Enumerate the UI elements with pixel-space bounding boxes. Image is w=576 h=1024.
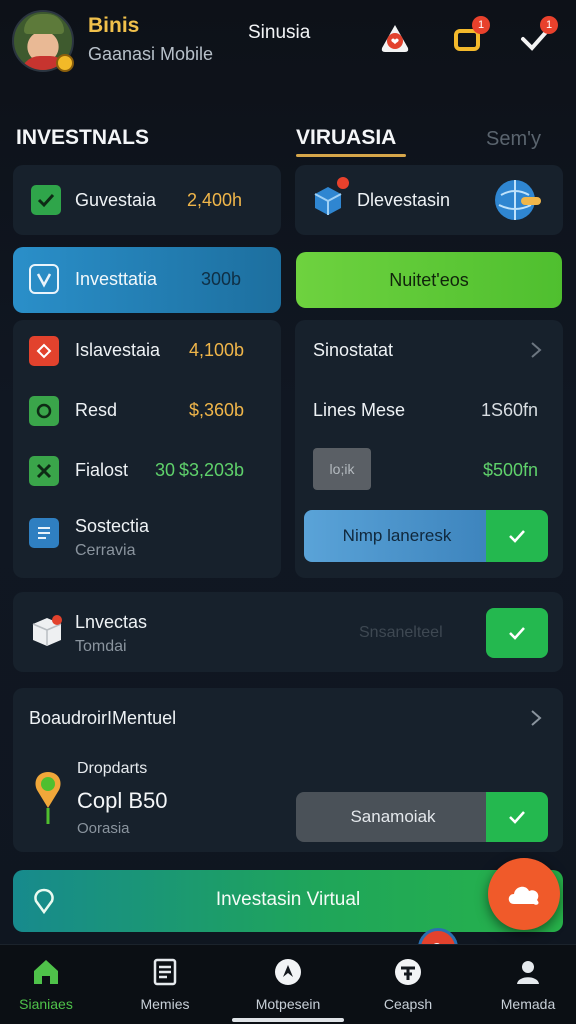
globe-icon[interactable] [493,177,543,223]
lnvectas-faded-label: Snsanelteel [359,624,443,641]
nav-motpesein[interactable]: Motpesein [238,952,338,1018]
tab-semy[interactable]: Sem'y [486,128,541,151]
list-item-3-label[interactable]: Fialost [75,460,128,481]
board-item-title: Dropdarts [77,760,148,777]
sanamoiak-button[interactable]: Sanamoiak [296,792,490,842]
nav-label: Ceapsh [383,996,433,1012]
nav-ceapsh[interactable]: Ceapsh [358,952,458,1018]
confirm-check-button-3[interactable] [486,792,548,842]
tab-investnals[interactable]: INVESTNALS [16,126,149,150]
box-icon [29,612,65,648]
guvestaia-label: Guvestaia [75,190,157,210]
coin-icon [56,54,74,72]
nuitet-eos-button[interactable]: Nuitet'eos [296,252,562,308]
svg-text:❤: ❤ [391,37,399,48]
list-icon [149,956,181,988]
investasin-virtual-button[interactable]: Investasin Virtual [13,870,563,932]
investtatia-label: Investtatia [75,269,158,289]
nav-label: Sianiaes [19,996,73,1012]
lines-mese-value: 1S60fn [481,400,539,420]
board-title[interactable]: BoaudroirIMentuel [29,708,176,729]
chat-fab-button[interactable] [488,858,560,930]
confirm-check-button-1[interactable] [486,510,548,562]
app-subtitle: Gaanasi Mobile [88,44,214,64]
card-left-list: Islavestaia 4,100b Resd $,360b Fialost 3… [13,320,281,578]
nimp-laneresk-button[interactable]: Nimp laneresk [304,510,490,562]
notif-badge-2: 1 [540,16,558,34]
guvestaia-value: 2,400h [187,190,243,210]
notif-badge-1: 1 [472,16,490,34]
gift-icon [29,336,59,366]
lines-mese-label: Lines Mese [313,400,406,420]
app-name: Binis [88,14,140,37]
chart-icon [392,956,424,988]
amount-value: $500fn [483,460,539,480]
tab-viruasia[interactable]: VIRUASIA [296,126,396,150]
alert-icon[interactable]: ❤ [378,22,412,56]
board-item-value: Copl B50 [77,788,168,813]
card-investtatia[interactable]: Investtatia 300b [13,247,281,313]
chevron-right-icon[interactable] [529,340,543,360]
compass-icon [272,956,304,988]
investtatia-value: 300b [201,269,242,289]
header: Binis Gaanasi Mobile Sinusia ❤ 1 1 [0,0,576,80]
investasin-virtual-label: Investasin Virtual [215,889,361,910]
lnvectas-sub: Tomdai [75,638,127,655]
card-lnvectas[interactable]: Lnvectas Tomdai Snsanelteel [13,592,563,672]
nav-memada[interactable]: Memada [478,952,576,1018]
list-item-4-label[interactable]: Sostectia [75,516,149,537]
shield-icon [29,264,59,294]
avatar-cap [24,14,64,34]
list-item-3-value: $3,203b [179,460,245,480]
confirm-check-button-2[interactable] [486,608,548,658]
home-icon [30,956,62,988]
dlevestasin-label: Dlevestasin [357,190,451,210]
list-item-3-tag: 30 [155,460,176,480]
checkbox-icon [31,185,61,215]
header-title: Sinusia [248,22,311,43]
nav-label: Memies [140,996,190,1012]
card-guvestaia[interactable]: Guvestaia 2,400h [13,165,281,235]
list-item-4-sub: Cerravia [75,542,136,559]
cube-badge [337,177,349,189]
board-item-sub: Oorasia [77,820,130,837]
nav-label: Memada [500,996,556,1012]
list-item-1-value: 4,100b [189,340,245,360]
home-indicator [232,1018,344,1022]
profile-icon [512,956,544,988]
spreadsheet-icon [29,456,59,486]
sinostatat-title[interactable]: Sinostatat [313,340,393,361]
tab-active-underline [296,154,406,157]
list-item-2-value: $,360b [189,400,245,420]
document-icon [29,518,59,548]
nav-label: Motpesein [255,996,321,1012]
chevron-right-icon[interactable] [529,708,543,728]
list-item-1-label[interactable]: Islavestaia [75,340,160,361]
lnvectas-title: Lnvectas [75,612,148,632]
card-dlevestasin[interactable]: Dlevestasin [295,165,563,235]
pin-icon [31,768,65,828]
list-item-2-label[interactable]: Resd [75,400,117,421]
cloud-icon [508,886,539,905]
coin-stack-icon [29,396,59,426]
chip-lojik[interactable]: lo;ik [313,448,371,490]
nav-memies[interactable]: Memies [115,952,215,1018]
nav-sianiaes[interactable]: Sianiaes [0,952,96,1018]
